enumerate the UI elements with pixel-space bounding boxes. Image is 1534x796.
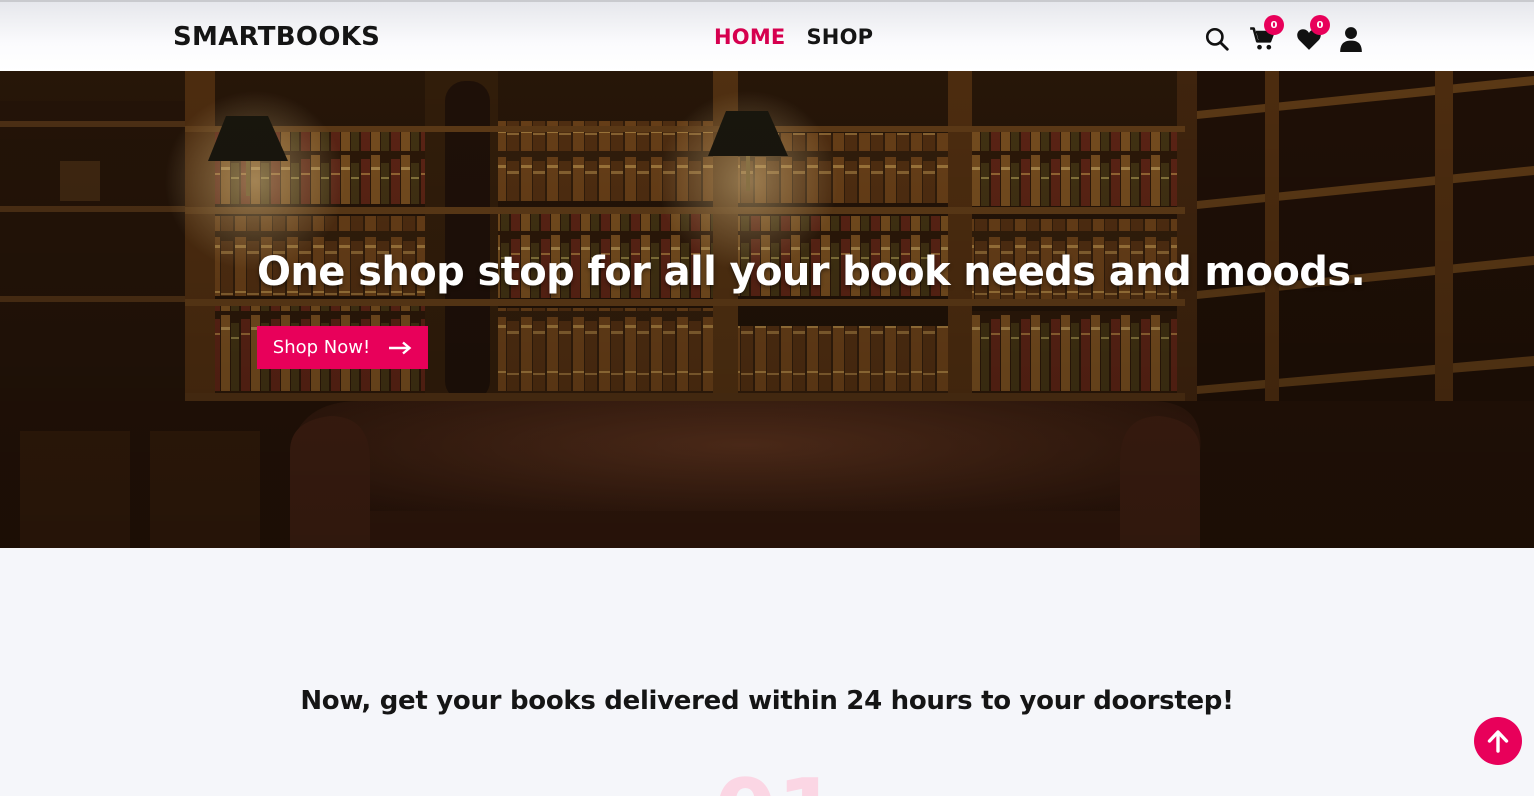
shop-now-label: Shop Now! [272,337,371,358]
header-actions: 0 0 [1200,15,1370,56]
scroll-to-top-button[interactable] [1474,717,1522,765]
nav-home-link[interactable]: HOME [714,25,785,49]
arrow-up-icon [1487,730,1509,753]
arrow-right-icon [389,341,412,354]
search-icon [1205,27,1229,51]
hero-banner: One shop stop for all your book needs an… [0,71,1534,548]
shop-now-button[interactable]: Shop Now! [257,326,428,369]
cart-count-badge: 0 [1264,15,1284,35]
cart-button[interactable]: 0 [1248,15,1284,56]
brand-logo[interactable]: SMARTBOOKS [173,22,380,52]
step-number: 01 [714,768,824,796]
site-header: SMARTBOOKS HOME SHOP 0 0 [0,0,1534,71]
search-button[interactable] [1202,22,1232,56]
library-background-image [0,71,1534,548]
nav-shop-link[interactable]: SHOP [806,25,873,49]
main-nav: HOME SHOP [714,25,873,49]
hero-title: One shop stop for all your book needs an… [257,249,1366,295]
delivery-heading: Now, get your books delivered within 24 … [300,686,1234,716]
account-button[interactable] [1336,22,1366,56]
user-icon [1340,27,1362,52]
wishlist-button[interactable]: 0 [1294,15,1330,56]
wishlist-count-badge: 0 [1310,15,1330,35]
